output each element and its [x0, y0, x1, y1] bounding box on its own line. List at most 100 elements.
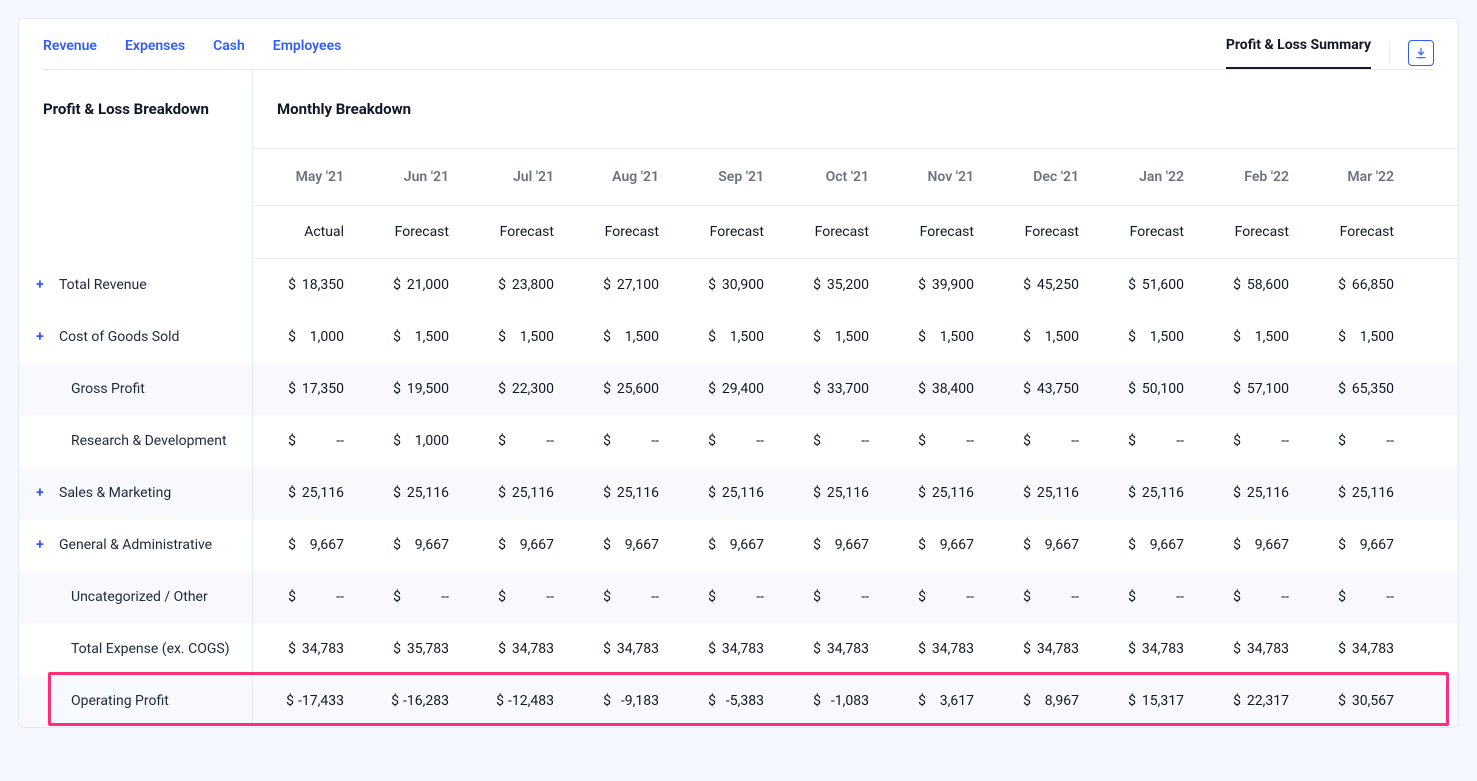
type-header: Forecast [883, 206, 988, 258]
cell: $50,100 [1093, 381, 1198, 397]
cell: $-5,383 [673, 693, 778, 709]
expand-icon[interactable]: + [33, 486, 47, 500]
cell: $66,850 [1303, 277, 1408, 293]
cell: $1,500 [778, 329, 883, 345]
data-row-total-expense: $34,783$35,783$34,783$34,783$34,783$34,7… [253, 623, 1458, 675]
cell: $34,783 [778, 641, 883, 657]
tab-pl-summary[interactable]: Profit & Loss Summary [1226, 37, 1371, 69]
row-label-total-revenue: +Total Revenue [19, 259, 252, 311]
cell: $1,500 [1303, 329, 1408, 345]
cell: $-- [358, 589, 463, 605]
cell: $19,500 [358, 381, 463, 397]
section-title-breakdown: Profit & Loss Breakdown [19, 70, 253, 148]
cell: $-- [673, 433, 778, 449]
download-button[interactable] [1408, 40, 1434, 66]
row-label-gna: +General & Administrative [19, 519, 252, 571]
download-icon [1414, 46, 1428, 60]
cell: $25,116 [1198, 485, 1303, 501]
cell: $25,600 [568, 381, 673, 397]
month-header: Oct '21 [778, 149, 883, 205]
data-row-cogs: $1,000$1,500$1,500$1,500$1,500$1,500$1,5… [253, 311, 1458, 363]
cell: $-- [1093, 589, 1198, 605]
tabs-right: Profit & Loss Summary [1226, 37, 1434, 69]
cell: $1,500 [673, 329, 778, 345]
cell: $-- [778, 589, 883, 605]
cell: $45,250 [988, 277, 1093, 293]
cell: $35,200 [778, 277, 883, 293]
report-card: Revenue Expenses Cash Employees Profit &… [18, 18, 1459, 728]
section-headers: Profit & Loss Breakdown Monthly Breakdow… [19, 70, 1458, 148]
cell: $9,667 [358, 537, 463, 553]
cell: $1,500 [1198, 329, 1303, 345]
type-header: Forecast [1198, 206, 1303, 258]
cell: $-- [988, 589, 1093, 605]
tab-revenue[interactable]: Revenue [43, 38, 97, 68]
month-header: Jan '22 [1093, 149, 1198, 205]
tab-expenses[interactable]: Expenses [125, 38, 185, 68]
expand-icon[interactable]: + [33, 330, 47, 344]
cell: $1,500 [988, 329, 1093, 345]
row-label-text: Research & Development [71, 433, 227, 449]
type-header: Forecast [358, 206, 463, 258]
month-header: May '21 [253, 149, 358, 205]
cell: $38,400 [883, 381, 988, 397]
cell: $43,750 [988, 381, 1093, 397]
cell: $25,116 [673, 485, 778, 501]
cell: $25,116 [1303, 485, 1408, 501]
cell: $-- [253, 433, 358, 449]
row-label-sales-marketing: + Sales & Marketing [19, 467, 252, 519]
cell: $-- [1303, 589, 1408, 605]
cell: $-- [1198, 433, 1303, 449]
cell: $9,667 [673, 537, 778, 553]
cell: $51,600 [1093, 277, 1198, 293]
data-row-gross-profit: $17,350$19,500$22,300$25,600$29,400$33,7… [253, 363, 1458, 415]
row-label-text: Sales & Marketing [59, 485, 171, 501]
cell: $29,400 [673, 381, 778, 397]
cell: $30,567 [1303, 693, 1408, 709]
expand-icon[interactable]: + [33, 538, 47, 552]
section-title-monthly: Monthly Breakdown [253, 70, 1458, 148]
data-row-uncategorized: $--$--$--$--$--$--$--$--$--$--$-- [253, 571, 1458, 623]
cell: $-- [463, 589, 568, 605]
cell: $-- [568, 589, 673, 605]
cell: $1,500 [1093, 329, 1198, 345]
cell: $-16,283 [358, 693, 463, 709]
cell: $-- [1093, 433, 1198, 449]
type-header: Actual [253, 206, 358, 258]
cell: $-- [673, 589, 778, 605]
cell: $9,667 [778, 537, 883, 553]
cell: $9,667 [1198, 537, 1303, 553]
cell: $-9,183 [568, 693, 673, 709]
cell: $58,600 [1198, 277, 1303, 293]
cell: $34,783 [1303, 641, 1408, 657]
type-header: Forecast [568, 206, 673, 258]
type-header: Forecast [673, 206, 778, 258]
expand-icon[interactable]: + [33, 278, 47, 292]
labels-spacer [19, 148, 252, 259]
cell: $9,667 [1303, 537, 1408, 553]
cell: $25,116 [778, 485, 883, 501]
tab-cash[interactable]: Cash [213, 38, 245, 68]
cell: $57,100 [1198, 381, 1303, 397]
tab-employees[interactable]: Employees [273, 38, 342, 68]
row-label-text: Total Expense (ex. COGS) [71, 641, 230, 657]
cell: $17,350 [253, 381, 358, 397]
months-header-row: May '21Jun '21Jul '21Aug '21Sep '21Oct '… [253, 148, 1458, 206]
cell: $22,317 [1198, 693, 1303, 709]
type-header: Forecast [988, 206, 1093, 258]
cell: $-- [463, 433, 568, 449]
cell: $34,783 [1198, 641, 1303, 657]
cell: $1,500 [568, 329, 673, 345]
row-label-total-expense: Total Expense (ex. COGS) [19, 623, 252, 675]
cell: $9,667 [1093, 537, 1198, 553]
topbar: Revenue Expenses Cash Employees Profit &… [19, 19, 1458, 69]
month-header: Aug '21 [568, 149, 673, 205]
cell: $34,783 [883, 641, 988, 657]
cell: $25,116 [568, 485, 673, 501]
cell: $34,783 [1093, 641, 1198, 657]
cell: $18,350 [253, 277, 358, 293]
cell: $9,667 [463, 537, 568, 553]
row-label-operating-profit: Operating Profit [19, 675, 252, 727]
row-label-text: Uncategorized / Other [71, 589, 208, 605]
cell: $25,116 [1093, 485, 1198, 501]
